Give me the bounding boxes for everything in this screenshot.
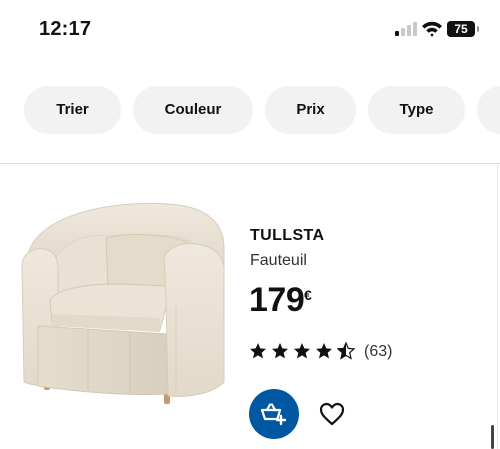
star-full-icon <box>250 343 266 359</box>
review-count[interactable]: (63) <box>364 342 392 362</box>
battery-level: 75 <box>454 22 468 36</box>
scrollbar[interactable] <box>491 425 494 449</box>
filter-chip-type[interactable]: Type <box>368 86 465 134</box>
status-bar: 12:17 75 <box>0 0 500 62</box>
filter-chip-price[interactable]: Prix <box>265 86 356 134</box>
filter-chip-sort[interactable]: Trier <box>24 86 121 134</box>
add-to-cart-button[interactable] <box>249 389 299 439</box>
filter-chip-color[interactable]: Couleur <box>133 86 253 134</box>
filter-bar: Trier Couleur Prix Type <box>0 86 500 136</box>
star-full-icon <box>316 343 332 359</box>
section-divider <box>0 163 500 164</box>
star-half-icon <box>337 342 355 360</box>
card-divider <box>497 163 498 449</box>
star-full-icon <box>272 343 288 359</box>
product-name[interactable]: TULLSTA <box>250 227 325 245</box>
status-time: 12:17 <box>39 18 92 40</box>
price-currency: € <box>304 287 312 303</box>
basket-plus-icon <box>261 403 287 426</box>
star-full-icon <box>294 343 310 359</box>
product-price: 179 <box>249 281 305 319</box>
heart-icon[interactable] <box>318 401 346 427</box>
product-image[interactable] <box>18 196 230 410</box>
cellular-signal-icon <box>395 22 417 36</box>
product-type: Fauteuil <box>250 252 307 269</box>
wifi-icon <box>422 21 442 37</box>
battery-icon: 75 <box>447 21 475 37</box>
battery-tip <box>477 26 479 32</box>
filter-chip-more[interactable] <box>477 86 500 134</box>
